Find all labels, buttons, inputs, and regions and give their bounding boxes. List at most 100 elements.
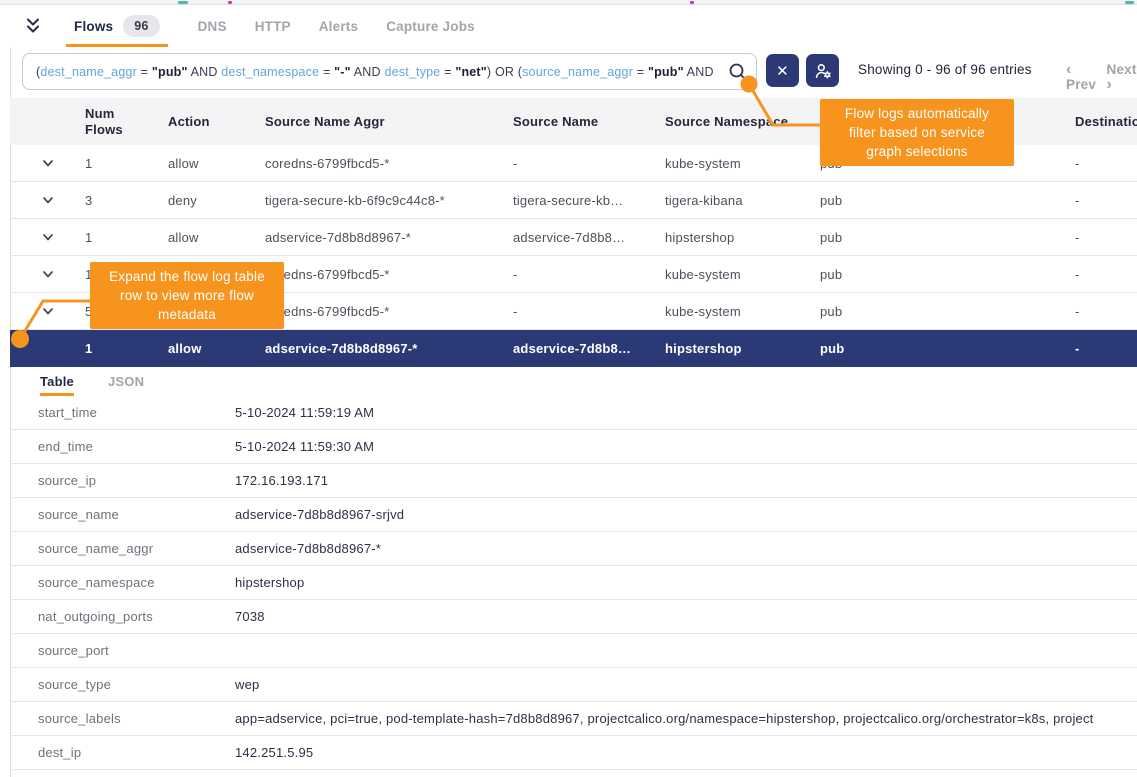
query-token: = bbox=[137, 65, 152, 79]
filter-query-input[interactable]: ( dest_name_aggr = "pub" AND dest_namesp… bbox=[22, 53, 757, 90]
tooltip-expand-hint: Expand the flow log table row to view mo… bbox=[90, 262, 284, 329]
detail-tab-table[interactable]: Table bbox=[40, 367, 74, 396]
tab-alerts-label: Alerts bbox=[319, 19, 358, 34]
tab-bar: Flows 96 DNS HTTP Alerts Capture Jobs bbox=[0, 5, 1137, 47]
prev-button[interactable]: ‹ Prev bbox=[1066, 62, 1097, 92]
column-header-destination-name[interactable]: Destination Name bbox=[1075, 114, 1137, 130]
tab-http[interactable]: HTTP bbox=[241, 5, 305, 47]
query-token-field: dest_namespace bbox=[221, 65, 319, 79]
query-token-field: dest_type bbox=[384, 65, 440, 79]
detail-tab-json[interactable]: JSON bbox=[108, 367, 144, 396]
row-expand-chevron-icon[interactable] bbox=[10, 193, 85, 207]
column-header-action[interactable]: Action bbox=[168, 114, 265, 130]
tab-http-label: HTTP bbox=[255, 19, 291, 34]
row-expand-chevron-icon[interactable] bbox=[10, 267, 85, 281]
table-row[interactable]: 1 allow adservice-7d8b8d8967-* adservice… bbox=[10, 219, 1137, 256]
tooltip-filter-hint: Flow logs automatically filter based on … bbox=[820, 99, 1014, 166]
cell-action: deny bbox=[168, 193, 265, 208]
query-token: AND bbox=[351, 65, 385, 79]
clear-filter-button[interactable]: ✕ bbox=[766, 54, 799, 87]
cell-dest-name-aggr: pub bbox=[820, 267, 1075, 282]
detail-row: source_typewep bbox=[10, 668, 1137, 702]
column-header-source-namespace[interactable]: Source Namespace bbox=[665, 114, 820, 130]
query-token-field: source_name_aggr bbox=[522, 65, 633, 79]
detail-row: source_labelsapp=adservice, pci=true, po… bbox=[10, 702, 1137, 736]
graph-edge-fragment bbox=[1125, 1, 1134, 4]
graph-node-fragment bbox=[690, 1, 694, 4]
pagination-controls: ‹ Prev Next › bbox=[1066, 62, 1137, 92]
chevron-left-icon: ‹ bbox=[1066, 61, 1072, 78]
row-expand-chevron-icon[interactable] bbox=[10, 156, 85, 170]
cell-source-namespace: kube-system bbox=[665, 156, 820, 171]
cell-source-name-aggr: adservice-7d8b8d8967-* bbox=[265, 341, 513, 356]
cell-num-flows: 3 bbox=[85, 193, 168, 208]
flow-table-body: 1 allow coredns-6799fbcd5-* - kube-syste… bbox=[10, 145, 1137, 367]
tab-dns-label: DNS bbox=[198, 19, 227, 34]
flow-detail-table: start_time5-10-2024 11:59:19 AM end_time… bbox=[10, 396, 1137, 770]
query-token-field: dest_name_aggr bbox=[40, 65, 137, 79]
tab-capture-jobs-label: Capture Jobs bbox=[386, 19, 475, 34]
column-header-num-flows[interactable]: Num Flows bbox=[85, 106, 168, 138]
query-token: AND bbox=[188, 65, 222, 79]
column-header-source-name[interactable]: Source Name bbox=[513, 114, 665, 130]
cell-source-name: tigera-secure-kb… bbox=[513, 193, 665, 208]
cell-num-flows: 1 bbox=[85, 341, 168, 356]
flow-logs-panel: Flows 96 DNS HTTP Alerts Capture Jobs ( … bbox=[0, 0, 1137, 777]
cell-source-name: - bbox=[513, 156, 665, 171]
query-token: = bbox=[440, 65, 455, 79]
detail-row: source_ip172.16.193.171 bbox=[10, 464, 1137, 498]
table-row[interactable]: 3 deny tigera-secure-kb-6f9c9c44c8-* tig… bbox=[10, 182, 1137, 219]
detail-row: source_nameadservice-7d8b8d8967-srjvd bbox=[10, 498, 1137, 532]
tab-flows-label: Flows bbox=[74, 19, 113, 34]
x-icon: ✕ bbox=[776, 62, 789, 80]
user-settings-button[interactable] bbox=[806, 54, 839, 87]
cell-action: allow bbox=[168, 156, 265, 171]
row-expand-chevron-icon[interactable] bbox=[10, 304, 85, 318]
cell-destination-name: - bbox=[1075, 304, 1137, 319]
detail-row: source_port bbox=[10, 634, 1137, 668]
cell-source-name: adservice-7d8b8… bbox=[513, 230, 665, 245]
tab-flows[interactable]: Flows 96 bbox=[60, 5, 174, 47]
cell-source-namespace: kube-system bbox=[665, 267, 820, 282]
cell-destination-name: - bbox=[1075, 230, 1137, 245]
cell-source-namespace: hipstershop bbox=[665, 230, 820, 245]
tab-dns[interactable]: DNS bbox=[184, 5, 241, 47]
cell-source-name-aggr: tigera-secure-kb-6f9c9c44c8-* bbox=[265, 193, 513, 208]
tab-alerts[interactable]: Alerts bbox=[305, 5, 372, 47]
cell-destination-name: - bbox=[1075, 267, 1137, 282]
detail-row: nat_outgoing_ports7038 bbox=[10, 600, 1137, 634]
row-expand-chevron-icon[interactable] bbox=[10, 230, 85, 244]
cell-num-flows: 1 bbox=[85, 156, 168, 171]
cell-source-namespace: hipstershop bbox=[665, 341, 820, 356]
cell-source-name-aggr: coredns-6799fbcd5-* bbox=[265, 156, 513, 171]
cell-source-namespace: tigera-kibana bbox=[665, 193, 820, 208]
next-button[interactable]: Next › bbox=[1107, 62, 1137, 92]
cell-source-name: - bbox=[513, 304, 665, 319]
query-token: = bbox=[633, 65, 648, 79]
cell-action: allow bbox=[168, 230, 265, 245]
flows-count-badge: 96 bbox=[123, 15, 159, 37]
column-header-source-name-aggr[interactable]: Source Name Aggr bbox=[265, 114, 513, 130]
search-icon[interactable] bbox=[728, 62, 748, 82]
tab-capture-jobs[interactable]: Capture Jobs bbox=[372, 5, 489, 47]
toolbar: ( dest_name_aggr = "pub" AND dest_namesp… bbox=[0, 52, 1137, 92]
graph-node-fragment bbox=[228, 1, 232, 4]
cell-source-name-aggr: coredns-6799fbcd5-* bbox=[265, 304, 513, 319]
person-gear-icon bbox=[813, 61, 833, 81]
collapse-panel-icon[interactable] bbox=[20, 13, 46, 39]
results-count-text: Showing 0 - 96 of 96 entries bbox=[858, 62, 1032, 77]
query-token-value: "net" bbox=[455, 65, 487, 79]
table-row-selected[interactable]: 1 allow adservice-7d8b8d8967-* adservice… bbox=[10, 330, 1137, 367]
cell-source-name-aggr: adservice-7d8b8d8967-* bbox=[265, 230, 513, 245]
chevron-right-icon: › bbox=[1107, 76, 1113, 93]
query-token: = bbox=[319, 65, 334, 79]
cell-destination-name: - bbox=[1075, 193, 1137, 208]
cell-action: allow bbox=[168, 341, 265, 356]
cell-destination-name: - bbox=[1075, 156, 1137, 171]
cell-dest-name-aggr: pub bbox=[820, 230, 1075, 245]
cell-source-name: - bbox=[513, 267, 665, 282]
flow-detail-tabs: Table JSON bbox=[10, 367, 1137, 396]
query-token-value: "pub" bbox=[152, 65, 188, 79]
cell-source-name-aggr: coredns-6799fbcd5-* bbox=[265, 267, 513, 282]
query-token: ) OR ( bbox=[487, 65, 522, 79]
